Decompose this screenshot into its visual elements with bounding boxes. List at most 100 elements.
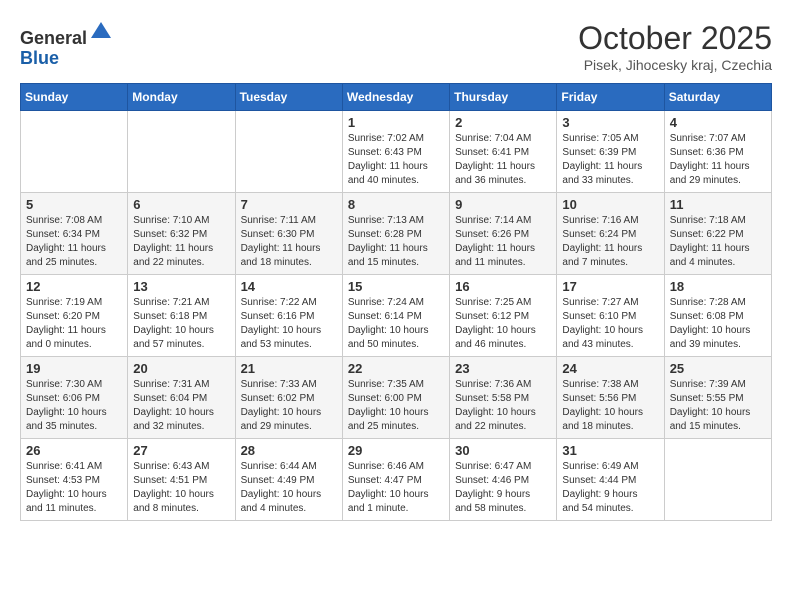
- day-number: 2: [455, 115, 551, 130]
- day-number: 30: [455, 443, 551, 458]
- location: Pisek, Jihocesky kraj, Czechia: [578, 57, 772, 73]
- calendar-cell: 20 Sunrise: 7:31 AM Sunset: 6:04 PM Dayli…: [128, 357, 235, 439]
- day-info: Sunrise: 6:46 AM Sunset: 4:47 PM Dayligh…: [348, 460, 444, 516]
- calendar-week-row: 5Sunrise: 7:08 AM Sunset: 6:34 PM Daylig…: [21, 193, 772, 275]
- weekday-header-row: SundayMondayTuesdayWednesdayThursdayFrid…: [21, 84, 772, 111]
- day-number: 10: [562, 197, 658, 212]
- day-info: Sunrise: 7:27 AM Sunset: 6:10 PM Dayligh…: [562, 296, 658, 352]
- header: General Blue October 2025 Pisek, Jihoces…: [20, 20, 772, 73]
- day-info: Sunrise: 6:44 AM Sunset: 4:49 PM Dayligh…: [241, 460, 337, 516]
- day-number: 26: [26, 443, 122, 458]
- logo: General Blue: [20, 20, 113, 69]
- logo-blue: Blue: [20, 48, 59, 68]
- calendar-cell: 21 Sunrise: 7:33 AM Sunset: 6:02 PM Dayli…: [235, 357, 342, 439]
- day-info: Sunrise: 7:31 AM Sunset: 6:04 PM Dayligh…: [133, 378, 229, 434]
- calendar-cell: 11Sunrise: 7:18 AM Sunset: 6:22 PM Dayli…: [664, 193, 771, 275]
- logo-general: General: [20, 28, 87, 48]
- day-info: Sunrise: 7:21 AM Sunset: 6:18 PM Dayligh…: [133, 296, 229, 352]
- calendar-cell: 29 Sunrise: 6:46 AM Sunset: 4:47 PM Dayli…: [342, 439, 449, 521]
- calendar-cell: 18 Sunrise: 7:28 AM Sunset: 6:08 PM Dayli…: [664, 275, 771, 357]
- calendar-cell: 8Sunrise: 7:13 AM Sunset: 6:28 PM Daylig…: [342, 193, 449, 275]
- calendar-cell: 16 Sunrise: 7:25 AM Sunset: 6:12 PM Dayli…: [450, 275, 557, 357]
- day-number: 11: [670, 197, 766, 212]
- calendar-cell: 4Sunrise: 7:07 AM Sunset: 6:36 PM Daylig…: [664, 111, 771, 193]
- day-number: 5: [26, 197, 122, 212]
- day-info: Sunrise: 6:49 AM Sunset: 4:44 PM Dayligh…: [562, 460, 658, 516]
- day-info: Sunrise: 7:33 AM Sunset: 6:02 PM Dayligh…: [241, 378, 337, 434]
- day-info: Sunrise: 7:28 AM Sunset: 6:08 PM Dayligh…: [670, 296, 766, 352]
- weekday-header: Sunday: [21, 84, 128, 111]
- day-info: Sunrise: 7:30 AM Sunset: 6:06 PM Dayligh…: [26, 378, 122, 434]
- calendar-week-row: 12 Sunrise: 7:19 AM Sunset: 6:20 PM Dayli…: [21, 275, 772, 357]
- calendar-cell: 27Sunrise: 6:43 AM Sunset: 4:51 PM Dayli…: [128, 439, 235, 521]
- day-info: Sunrise: 7:36 AM Sunset: 5:58 PM Dayligh…: [455, 378, 551, 434]
- calendar-cell: [664, 439, 771, 521]
- day-info: Sunrise: 7:07 AM Sunset: 6:36 PM Dayligh…: [670, 132, 766, 188]
- day-info: Sunrise: 7:24 AM Sunset: 6:14 PM Dayligh…: [348, 296, 444, 352]
- calendar-cell: 7 Sunrise: 7:11 AM Sunset: 6:30 PM Daylig…: [235, 193, 342, 275]
- day-number: 7: [241, 197, 337, 212]
- weekday-header: Monday: [128, 84, 235, 111]
- calendar-cell: [128, 111, 235, 193]
- weekday-header: Friday: [557, 84, 664, 111]
- day-number: 27: [133, 443, 229, 458]
- day-number: 20: [133, 361, 229, 376]
- weekday-header: Tuesday: [235, 84, 342, 111]
- day-number: 8: [348, 197, 444, 212]
- calendar-cell: 26 Sunrise: 6:41 AM Sunset: 4:53 PM Dayli…: [21, 439, 128, 521]
- day-number: 24: [562, 361, 658, 376]
- day-number: 21: [241, 361, 337, 376]
- day-number: 9: [455, 197, 551, 212]
- day-number: 28: [241, 443, 337, 458]
- day-number: 17: [562, 279, 658, 294]
- calendar-cell: 6Sunrise: 7:10 AM Sunset: 6:32 PM Daylig…: [128, 193, 235, 275]
- day-info: Sunrise: 7:16 AM Sunset: 6:24 PM Dayligh…: [562, 214, 658, 270]
- day-info: Sunrise: 6:41 AM Sunset: 4:53 PM Dayligh…: [26, 460, 122, 516]
- month-title: October 2025: [578, 20, 772, 57]
- calendar-cell: [21, 111, 128, 193]
- calendar-cell: 10 Sunrise: 7:16 AM Sunset: 6:24 PM Dayli…: [557, 193, 664, 275]
- day-number: 22: [348, 361, 444, 376]
- weekday-header: Thursday: [450, 84, 557, 111]
- day-info: Sunrise: 6:47 AM Sunset: 4:46 PM Dayligh…: [455, 460, 551, 516]
- day-number: 12: [26, 279, 122, 294]
- calendar-cell: 12 Sunrise: 7:19 AM Sunset: 6:20 PM Dayli…: [21, 275, 128, 357]
- day-info: Sunrise: 7:02 AM Sunset: 6:43 PM Dayligh…: [348, 132, 444, 188]
- calendar-cell: 17 Sunrise: 7:27 AM Sunset: 6:10 PM Dayli…: [557, 275, 664, 357]
- calendar-cell: 14Sunrise: 7:22 AM Sunset: 6:16 PM Dayli…: [235, 275, 342, 357]
- calendar-cell: 2Sunrise: 7:04 AM Sunset: 6:41 PM Daylig…: [450, 111, 557, 193]
- day-info: Sunrise: 7:19 AM Sunset: 6:20 PM Dayligh…: [26, 296, 122, 352]
- day-number: 18: [670, 279, 766, 294]
- day-info: Sunrise: 7:39 AM Sunset: 5:55 PM Dayligh…: [670, 378, 766, 434]
- day-info: Sunrise: 7:14 AM Sunset: 6:26 PM Dayligh…: [455, 214, 551, 270]
- calendar-cell: 23Sunrise: 7:36 AM Sunset: 5:58 PM Dayli…: [450, 357, 557, 439]
- calendar-cell: 1 Sunrise: 7:02 AM Sunset: 6:43 PM Daylig…: [342, 111, 449, 193]
- title-area: October 2025 Pisek, Jihocesky kraj, Czec…: [578, 20, 772, 73]
- calendar-cell: 25 Sunrise: 7:39 AM Sunset: 5:55 PM Dayli…: [664, 357, 771, 439]
- calendar-cell: 13Sunrise: 7:21 AM Sunset: 6:18 PM Dayli…: [128, 275, 235, 357]
- calendar-week-row: 19 Sunrise: 7:30 AM Sunset: 6:06 PM Dayli…: [21, 357, 772, 439]
- calendar-cell: 24 Sunrise: 7:38 AM Sunset: 5:56 PM Dayli…: [557, 357, 664, 439]
- day-info: Sunrise: 7:38 AM Sunset: 5:56 PM Dayligh…: [562, 378, 658, 434]
- day-number: 29: [348, 443, 444, 458]
- day-info: Sunrise: 7:11 AM Sunset: 6:30 PM Dayligh…: [241, 214, 337, 270]
- calendar-week-row: 26 Sunrise: 6:41 AM Sunset: 4:53 PM Dayli…: [21, 439, 772, 521]
- day-number: 3: [562, 115, 658, 130]
- day-number: 14: [241, 279, 337, 294]
- calendar-cell: 9 Sunrise: 7:14 AM Sunset: 6:26 PM Daylig…: [450, 193, 557, 275]
- day-number: 15: [348, 279, 444, 294]
- calendar: SundayMondayTuesdayWednesdayThursdayFrid…: [20, 83, 772, 521]
- day-number: 25: [670, 361, 766, 376]
- day-info: Sunrise: 7:25 AM Sunset: 6:12 PM Dayligh…: [455, 296, 551, 352]
- day-number: 16: [455, 279, 551, 294]
- calendar-cell: 28 Sunrise: 6:44 AM Sunset: 4:49 PM Dayli…: [235, 439, 342, 521]
- day-info: Sunrise: 7:35 AM Sunset: 6:00 PM Dayligh…: [348, 378, 444, 434]
- day-number: 19: [26, 361, 122, 376]
- calendar-cell: 15 Sunrise: 7:24 AM Sunset: 6:14 PM Dayli…: [342, 275, 449, 357]
- day-number: 31: [562, 443, 658, 458]
- calendar-cell: 3 Sunrise: 7:05 AM Sunset: 6:39 PM Daylig…: [557, 111, 664, 193]
- calendar-week-row: 1 Sunrise: 7:02 AM Sunset: 6:43 PM Daylig…: [21, 111, 772, 193]
- day-info: Sunrise: 7:05 AM Sunset: 6:39 PM Dayligh…: [562, 132, 658, 188]
- day-number: 1: [348, 115, 444, 130]
- weekday-header: Wednesday: [342, 84, 449, 111]
